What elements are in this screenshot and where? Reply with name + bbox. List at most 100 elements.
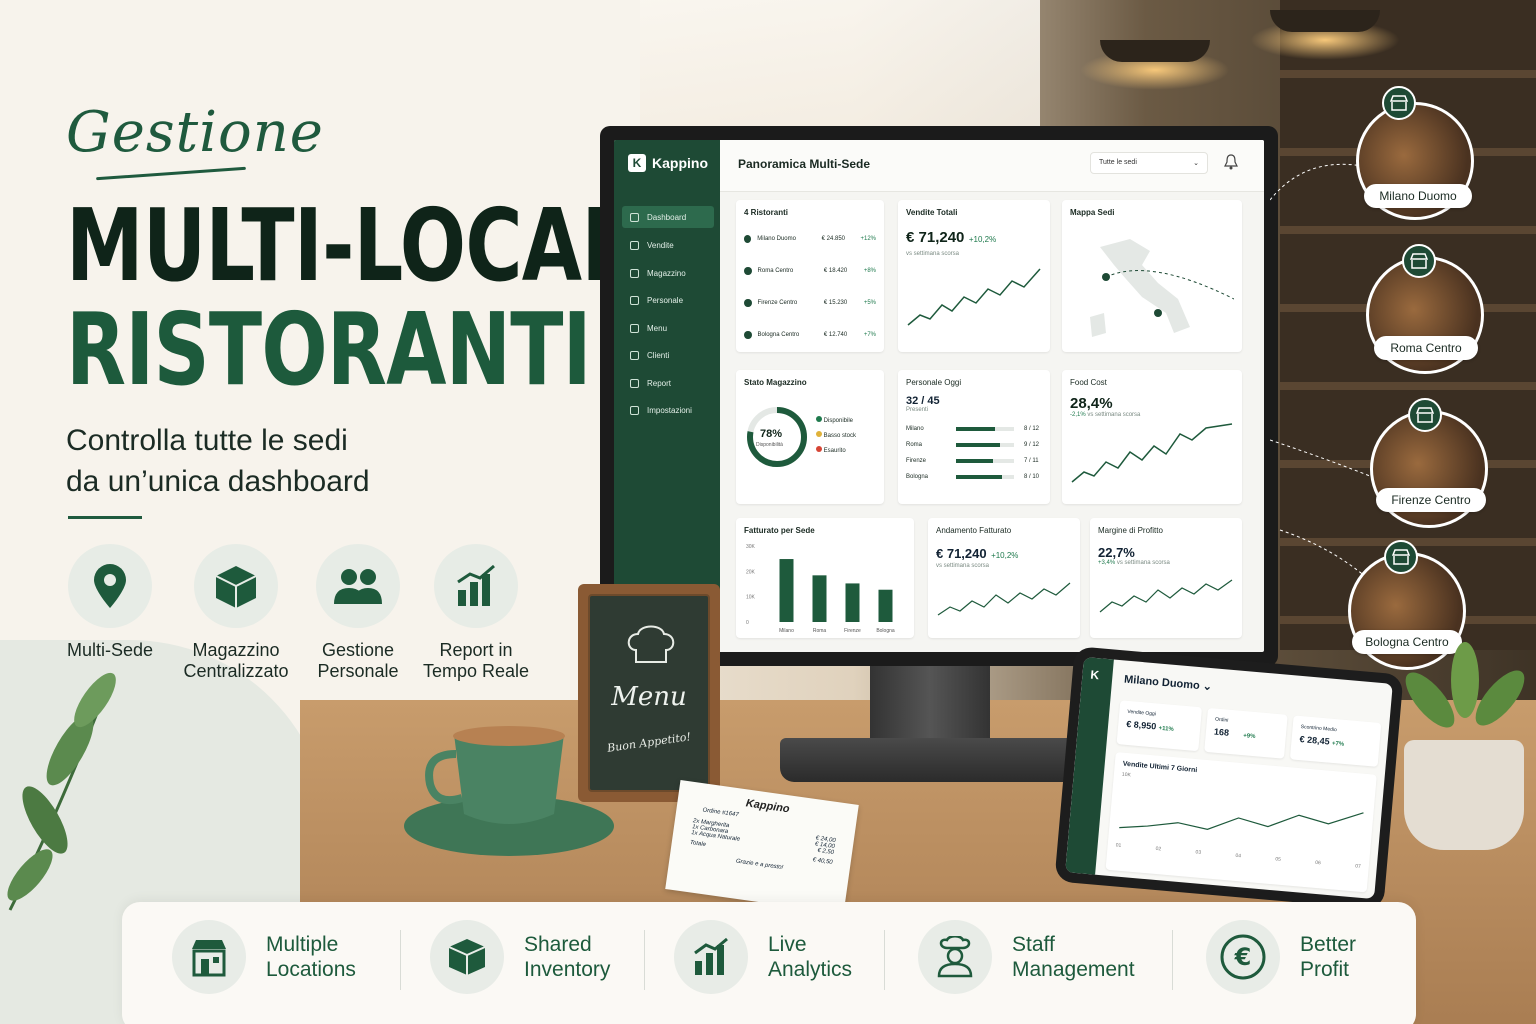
benefit-better-profit: € Better Profit xyxy=(1206,920,1450,994)
tablet-title[interactable]: Milano Duomo ⌄ xyxy=(1124,673,1213,694)
sede-select-value: Tutte le sedi xyxy=(1099,159,1137,166)
bar-roma[interactable] xyxy=(812,575,827,622)
bar-milano[interactable] xyxy=(779,559,794,622)
feature-label: Magazzino xyxy=(192,640,280,660)
kpi-delta: -2,1% xyxy=(1070,412,1086,418)
chevron-down-icon: ⌄ xyxy=(1193,160,1199,167)
nav-impostazioni[interactable]: Impostazioni xyxy=(622,399,714,421)
nav-menu[interactable]: Menu xyxy=(622,317,714,339)
plant-pot xyxy=(1404,740,1524,850)
feature-report: Report in Tempo Reale xyxy=(416,544,536,682)
tablet-kpi-ordini: Ordini 168 +9% xyxy=(1204,707,1288,759)
warehouse-icon xyxy=(630,268,639,278)
kpi-value: 28,4% xyxy=(1070,395,1113,412)
tablet-sales-chart: Vendite Ultimi 7 Giorni 10K 01 02 03 04 05 06… xyxy=(1105,752,1377,893)
logo-mark: K xyxy=(628,154,646,172)
brand-name: Kappino xyxy=(652,155,708,171)
ristoranti-list: Milano Duomo € 24.850 +12% Roma Centro € 18… xyxy=(744,223,876,351)
card-title: Stato Magazzino xyxy=(744,378,807,387)
svg-text:€: € xyxy=(1234,943,1252,971)
divider xyxy=(1172,930,1173,990)
benefit-live-analytics: Live Analytics xyxy=(674,920,918,994)
nav-dashboard[interactable]: Dashboard xyxy=(622,206,714,228)
card-vendite-totali: Vendite Totali € 71,240 +10,2% vs settim… xyxy=(898,200,1050,352)
nav-report[interactable]: Report xyxy=(622,372,714,394)
euro-icon: € xyxy=(1220,934,1266,980)
benefit-shared-inventory: Shared Inventory xyxy=(430,920,674,994)
hero-title-line1: MULTI-LOCALE xyxy=(66,187,684,304)
pendant-lamp xyxy=(1100,40,1210,62)
tablet: K Milano Duomo ⌄ Vendite Oggi € 8,950 +1… xyxy=(1054,646,1404,910)
location-name: Bologna Centro xyxy=(757,332,800,338)
connector-lines xyxy=(1270,163,1381,591)
kpi-value: € 28,45 xyxy=(1299,734,1331,747)
nav-label: Report xyxy=(647,378,672,388)
sede-select[interactable]: Tutte le sedi ⌄ xyxy=(1090,152,1208,174)
list-item[interactable]: Firenze Centro € 15.230 +5% xyxy=(744,287,876,319)
benefit-label-line: Live xyxy=(768,933,807,956)
staff-site: Bologna xyxy=(906,474,929,480)
card-title: Personale Oggi xyxy=(906,378,962,387)
nav-vendite[interactable]: Vendite xyxy=(622,234,714,256)
staff-site: Firenze xyxy=(906,458,927,464)
topbar: Panoramica Multi-Sede Tutte le sedi ⌄ xyxy=(720,140,1264,192)
location-value: € 18.420 xyxy=(823,268,848,274)
y-tick-label: 20K xyxy=(746,569,756,575)
margin-sparkline xyxy=(1099,579,1233,613)
monitor-stand-base xyxy=(780,738,1080,782)
feature-label: Tempo Reale xyxy=(422,661,530,681)
x-tick: 02 xyxy=(1155,845,1162,853)
kpi-note: vs settimana scorsa xyxy=(936,563,990,569)
feature-multi-sede: Multi-Sede xyxy=(50,544,170,661)
list-item[interactable]: Roma Centro € 18.420 +8% xyxy=(744,255,876,287)
page-title: Panoramica Multi-Sede xyxy=(738,157,871,171)
divider xyxy=(884,930,885,990)
benefit-label-line: Profit xyxy=(1300,958,1350,981)
store-icon xyxy=(1384,540,1418,574)
list-item[interactable]: Bologna Centro € 12.740 +7% xyxy=(744,319,876,351)
location-delta: +12% xyxy=(860,236,876,242)
staff-site: Roma xyxy=(906,442,923,448)
divider xyxy=(644,930,645,990)
kpi-delta: +3,4% xyxy=(1098,560,1116,566)
card-andamento-fatturato: Andamento Fatturato € 71,240 +10,2% vs s… xyxy=(928,518,1080,638)
nav-magazzino[interactable]: Magazzino xyxy=(622,262,714,284)
bell-icon[interactable] xyxy=(1224,154,1238,170)
nav-label: Clienti xyxy=(647,350,670,360)
receipt-total-label: Totale xyxy=(689,839,707,849)
card-personale-oggi: Personale Oggi 32 / 45 Presenti Milano 8 … xyxy=(898,370,1050,504)
nav-label: Personale xyxy=(647,295,684,305)
y-tick-label: 30K xyxy=(746,544,756,550)
kpi-note: vs settimana scorsa xyxy=(906,251,960,257)
y-tick-label: 10K xyxy=(746,595,756,601)
nav-personale[interactable]: Personale xyxy=(622,289,714,311)
app-logo[interactable]: K Kappino xyxy=(628,154,708,172)
staff-bar xyxy=(956,475,1003,479)
bar-firenze[interactable] xyxy=(845,583,860,622)
map-pin-icon xyxy=(94,564,126,608)
stock-legend: Disponibile Basso stock Esaurito xyxy=(816,416,856,454)
benefit-icon-circle xyxy=(430,920,504,994)
script-title: Gestione xyxy=(66,100,324,165)
benefit-label-line: Shared xyxy=(524,933,592,956)
benefit-label: Multiple Locations xyxy=(266,932,416,982)
bar-chart-icon xyxy=(694,937,728,975)
feature-label: Multi-Sede xyxy=(66,640,154,660)
x-tick-label: Bologna xyxy=(876,628,895,634)
report-icon xyxy=(630,378,639,388)
x-tick: 03 xyxy=(1195,849,1202,856)
kpi-value: € 8,950 xyxy=(1125,718,1157,732)
x-tick-label: Milano xyxy=(779,628,794,634)
box-icon xyxy=(215,566,257,608)
legend-label: Basso stock xyxy=(823,433,857,439)
bar-bologna[interactable] xyxy=(878,589,893,622)
nav-clienti[interactable]: Clienti xyxy=(622,344,714,366)
subtitle-divider xyxy=(68,516,142,519)
card-title: Vendite Totali xyxy=(906,208,958,217)
location-pin-icon xyxy=(744,235,752,243)
benefit-staff-management: Staff Management xyxy=(918,920,1162,994)
box-icon xyxy=(448,939,486,975)
plant-leaves xyxy=(1405,642,1525,728)
list-item[interactable]: Milano Duomo € 24.850 +12% xyxy=(744,223,876,255)
feature-magazzino: Magazzino Centralizzato xyxy=(176,544,296,682)
